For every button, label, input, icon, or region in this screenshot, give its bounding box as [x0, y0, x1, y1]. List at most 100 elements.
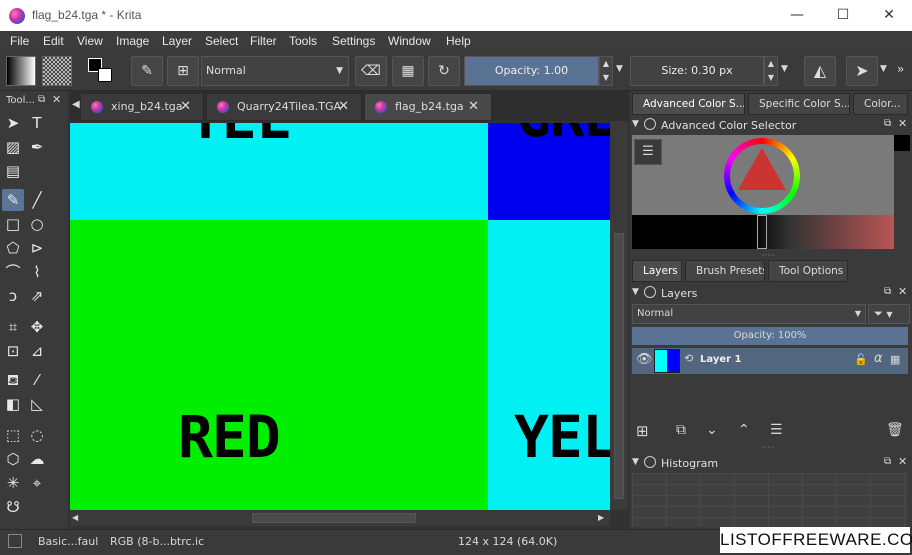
bezier-tool-icon[interactable]: ⌒: [2, 261, 24, 283]
vertical-scroll-thumb[interactable]: [614, 233, 624, 499]
menu-edit[interactable]: Edit: [43, 34, 64, 48]
close-panel-icon[interactable]: ✕: [898, 117, 907, 130]
tab-xing[interactable]: xing_b24.tga ✕: [80, 93, 204, 121]
scroll-left-icon[interactable]: ◀: [72, 513, 78, 522]
tab-quarry[interactable]: Quarry24Tilea.TGA ✕: [206, 93, 362, 121]
eraser-mode-button[interactable]: ⌫: [355, 56, 387, 86]
selector-settings-icon[interactable]: ☰: [634, 139, 662, 165]
tab-color-more[interactable]: Color...: [853, 93, 908, 115]
layer-properties-icon[interactable]: ⟲: [684, 352, 693, 365]
maximize-button[interactable]: ☐: [820, 0, 866, 31]
measure-tool-icon[interactable]: ⊿: [26, 340, 48, 362]
tab-brush-presets[interactable]: Brush Presets: [685, 260, 765, 282]
panel-splitter-icon[interactable]: ·····: [762, 251, 775, 260]
polygon-select-icon[interactable]: ⬡: [2, 448, 24, 470]
toolbar-more-icon[interactable]: »: [897, 62, 904, 76]
horizontal-scroll-thumb[interactable]: [252, 513, 416, 523]
move-layer-down-icon[interactable]: ⌄: [706, 422, 718, 438]
color-swatch[interactable]: [86, 56, 116, 86]
collapse-icon[interactable]: ▼: [632, 457, 639, 467]
alpha-lock-icon[interactable]: α: [874, 351, 883, 366]
layer-name[interactable]: Layer 1: [700, 354, 741, 365]
crop-tool-icon[interactable]: ⌗: [2, 316, 24, 338]
polygon-tool-icon[interactable]: ⬠: [2, 237, 24, 259]
preserve-alpha-button[interactable]: ▦: [392, 56, 424, 86]
assistant-tool-icon[interactable]: ▤: [2, 160, 24, 182]
line-tool-icon[interactable]: ╱: [26, 189, 48, 211]
panel-splitter-icon[interactable]: ·····: [762, 443, 775, 452]
chevron-down-icon[interactable]: ▼: [781, 64, 788, 74]
add-layer-icon[interactable]: ⊞: [636, 422, 649, 440]
background-color-icon[interactable]: [98, 68, 112, 82]
menu-tools[interactable]: Tools: [289, 34, 317, 48]
canvas[interactable]: YEL GRE RED YEL: [70, 123, 610, 510]
layer-row[interactable]: 👁 ⟲ Layer 1 🔓 α ▦: [632, 348, 908, 374]
scroll-left-icon[interactable]: ◀: [72, 99, 80, 110]
gradient-selector-icon[interactable]: [6, 56, 36, 86]
layer-filter-button[interactable]: ⏷ ▼: [868, 304, 910, 324]
layer-opacity-slider[interactable]: Opacity: 100%: [632, 327, 908, 345]
opacity-stepper[interactable]: ▲ ▼: [599, 56, 613, 86]
layer-properties-button-icon[interactable]: ☰: [770, 422, 783, 438]
brush-settings-icon[interactable]: ⊞: [167, 56, 199, 86]
float-panel-icon[interactable]: ⧉: [884, 286, 891, 297]
blend-mode-select[interactable]: Normal ▼: [201, 56, 349, 86]
float-panel-icon[interactable]: ⧉: [884, 118, 891, 129]
close-button[interactable]: ✕: [866, 0, 912, 31]
tab-specific-color[interactable]: Specific Color S...: [748, 93, 850, 115]
color-selector-area[interactable]: ☰: [632, 135, 894, 215]
ruler-tool-icon[interactable]: ◺: [26, 393, 48, 415]
move-layer-up-icon[interactable]: ⌃: [738, 422, 750, 438]
calligraphy-icon[interactable]: ✒: [26, 136, 48, 158]
inherit-alpha-icon[interactable]: ▦: [890, 353, 900, 366]
color-picker-icon[interactable]: ⁄: [26, 369, 48, 391]
chevron-down-icon[interactable]: ▼: [880, 64, 887, 74]
menu-window[interactable]: Window: [388, 34, 431, 48]
edit-shapes-icon[interactable]: ▨: [2, 136, 24, 158]
size-slider[interactable]: Size: 0.30 px: [630, 56, 764, 86]
collapse-icon[interactable]: ▼: [632, 119, 639, 129]
minimize-button[interactable]: —: [774, 0, 820, 31]
lock-panel-icon[interactable]: [644, 456, 656, 468]
bezier-select-icon[interactable]: ⌖: [26, 472, 48, 494]
close-tab-icon[interactable]: ✕: [180, 94, 191, 120]
opacity-slider[interactable]: Opacity: 1.00: [464, 56, 599, 86]
size-stepper[interactable]: ▲ ▼: [764, 56, 778, 86]
ellipse-tool-icon[interactable]: ○: [26, 213, 48, 235]
chevron-down-icon[interactable]: ▼: [616, 64, 623, 74]
freehand-path-icon[interactable]: ⌇: [26, 261, 48, 283]
transform-tool-icon[interactable]: ⊡: [2, 340, 24, 362]
freehand-brush-icon[interactable]: ✎: [2, 189, 24, 211]
brush-preset-icon[interactable]: ✎: [131, 56, 163, 86]
horizontal-scrollbar[interactable]: ◀ ▶: [70, 510, 610, 526]
status-brush[interactable]: Basic...faul: [38, 535, 98, 548]
gradient-tool-icon[interactable]: ◧: [2, 393, 24, 415]
menu-file[interactable]: File: [10, 34, 29, 48]
vertical-scrollbar[interactable]: [610, 121, 628, 510]
status-colorspace[interactable]: RGB (8-b...btrc.ic: [110, 535, 204, 548]
close-panel-icon[interactable]: ✕: [52, 93, 61, 106]
move-tool-icon[interactable]: ✥: [26, 316, 48, 338]
text-tool-icon[interactable]: T: [26, 112, 48, 134]
tab-advanced-color[interactable]: Advanced Color S...: [632, 93, 745, 115]
menu-filter[interactable]: Filter: [250, 34, 277, 48]
fill-tool-icon[interactable]: ⛾: [2, 369, 24, 391]
float-panel-icon[interactable]: ⧉: [884, 456, 891, 467]
close-tab-icon[interactable]: ✕: [468, 94, 479, 120]
lock-layer-icon[interactable]: 🔓: [854, 353, 868, 366]
close-panel-icon[interactable]: ✕: [898, 455, 907, 468]
mirror-vertical-icon[interactable]: ➤: [846, 56, 878, 86]
delete-layer-icon[interactable]: 🗑: [886, 422, 904, 438]
pattern-selector-icon[interactable]: [42, 56, 72, 86]
freehand-select-icon[interactable]: ☁: [26, 448, 48, 470]
menu-image[interactable]: Image: [116, 34, 149, 48]
hue-ring[interactable]: [724, 138, 800, 214]
saturation-triangle[interactable]: [738, 148, 786, 190]
layer-blend-select[interactable]: Normal ▼: [632, 304, 866, 324]
ellipse-select-icon[interactable]: ◌: [26, 424, 48, 446]
close-tab-icon[interactable]: ✕: [338, 94, 349, 120]
reload-preset-button[interactable]: ↻: [428, 56, 460, 86]
scroll-right-icon[interactable]: ▶: [598, 513, 604, 522]
menu-view[interactable]: View: [77, 34, 103, 48]
lock-panel-icon[interactable]: [644, 118, 656, 130]
